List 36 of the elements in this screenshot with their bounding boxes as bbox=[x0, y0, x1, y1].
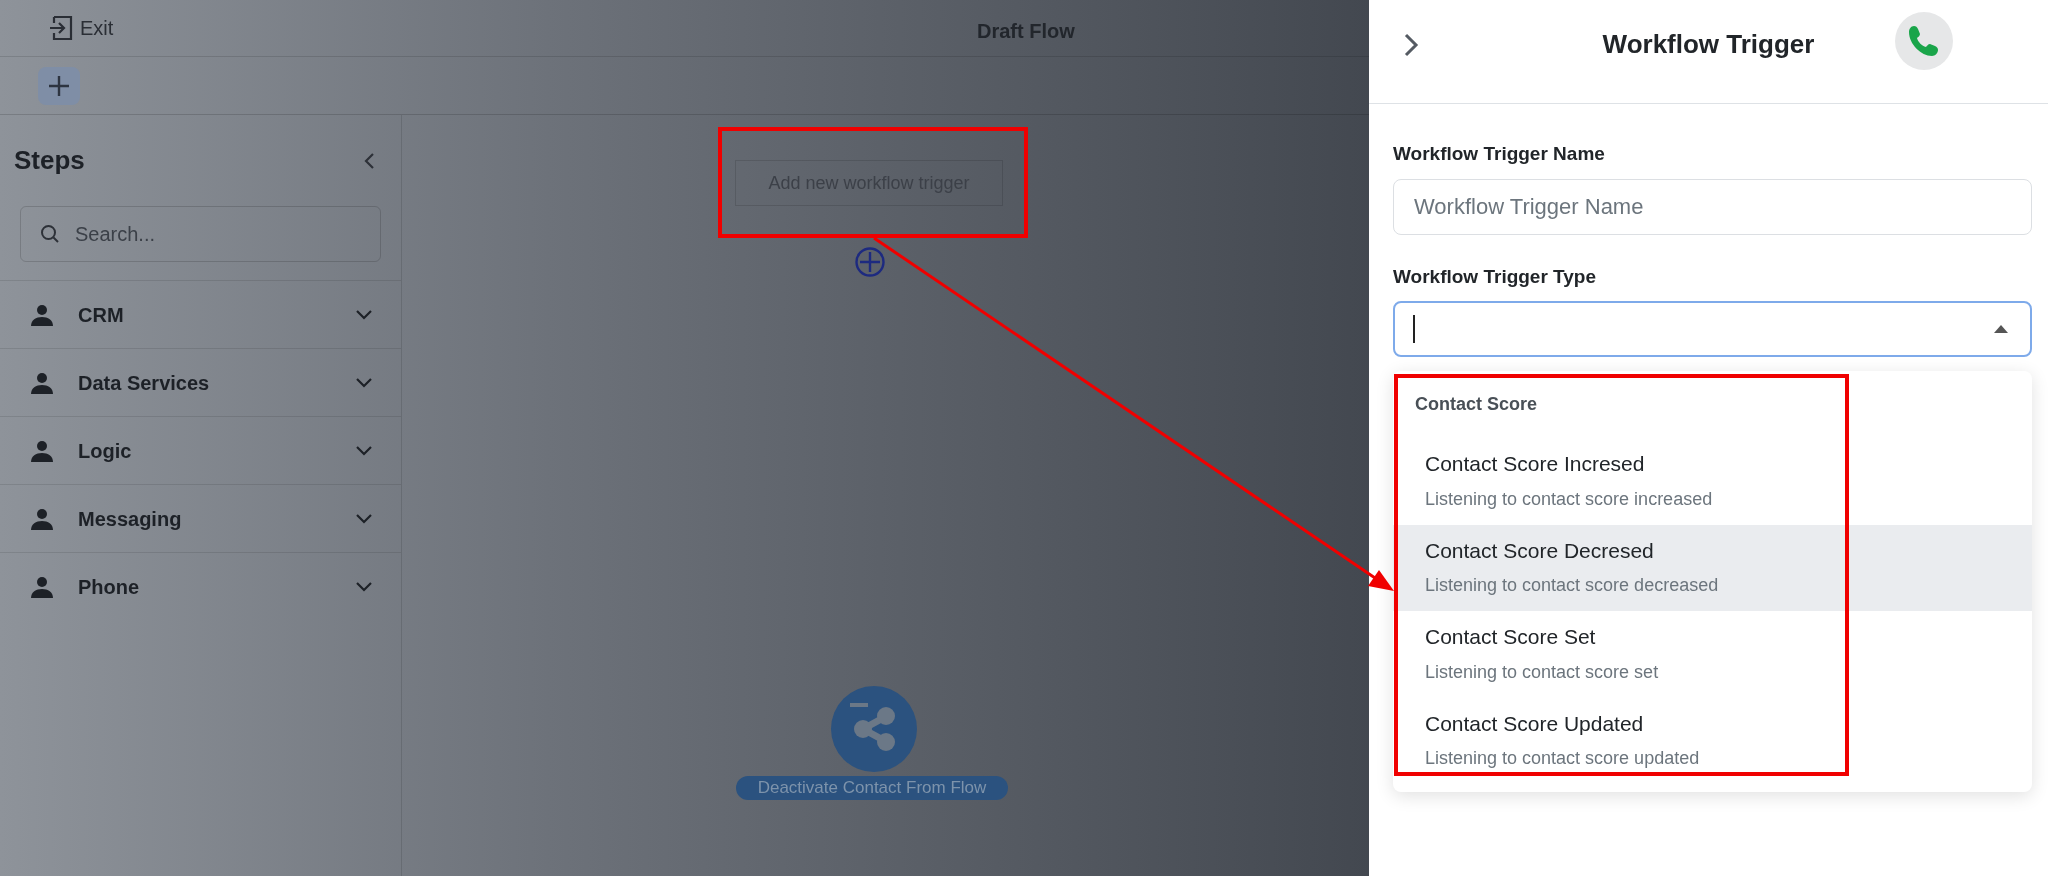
drawer-title: Workflow Trigger bbox=[1602, 28, 1815, 61]
group-heading: Contact Score bbox=[1414, 393, 1539, 416]
phone-icon bbox=[1907, 24, 1941, 58]
text-field[interactable]: Workflow Trigger Name bbox=[1393, 178, 2032, 235]
caret-icon bbox=[1994, 325, 2008, 333]
chevron-icon bbox=[355, 376, 373, 389]
field-label: Workflow Trigger Name bbox=[1393, 142, 1606, 166]
dropdown-option[interactable]: Contact Score Incresed Listening to contact score increased bbox=[1393, 438, 2032, 525]
field-label: Workflow Trigger Type bbox=[1393, 264, 1598, 289]
plus-icon bbox=[47, 73, 71, 98]
person-icon bbox=[30, 574, 54, 599]
search-icon bbox=[40, 224, 60, 244]
category-item[interactable]: Messaging bbox=[0, 484, 401, 552]
person-icon bbox=[30, 370, 54, 395]
add-step-icon bbox=[854, 246, 886, 278]
category-item[interactable]: Data Services bbox=[0, 348, 401, 416]
chevron-icon bbox=[355, 512, 373, 525]
exit-button[interactable]: Exit bbox=[48, 13, 114, 43]
person-icon bbox=[30, 438, 54, 463]
dropdown-option[interactable]: Contact Score Updated Listening to contact score updated bbox=[1393, 697, 2032, 784]
text-cursor bbox=[1413, 315, 1415, 343]
select-field[interactable] bbox=[1393, 301, 2032, 357]
dropdown-option[interactable]: Contact Score Set Listening to contact score set bbox=[1393, 611, 2032, 698]
panel-title: Steps bbox=[14, 144, 85, 177]
category-item[interactable]: CRM bbox=[0, 280, 401, 348]
category-item[interactable]: Phone bbox=[0, 552, 401, 620]
add-button[interactable] bbox=[38, 66, 80, 105]
chevron-icon bbox=[355, 308, 373, 321]
category-item[interactable]: Logic bbox=[0, 416, 401, 484]
person-icon bbox=[30, 506, 54, 531]
chevron-icon bbox=[355, 444, 373, 457]
node-label: Deactivate Contact From Flow bbox=[736, 776, 1008, 800]
dropdown-option[interactable]: Contact Score Decresed Listening to contact score decreased bbox=[1393, 524, 2032, 611]
chevron-icon bbox=[355, 580, 373, 593]
person-icon bbox=[30, 302, 54, 327]
expand-button[interactable] bbox=[1403, 32, 1419, 58]
